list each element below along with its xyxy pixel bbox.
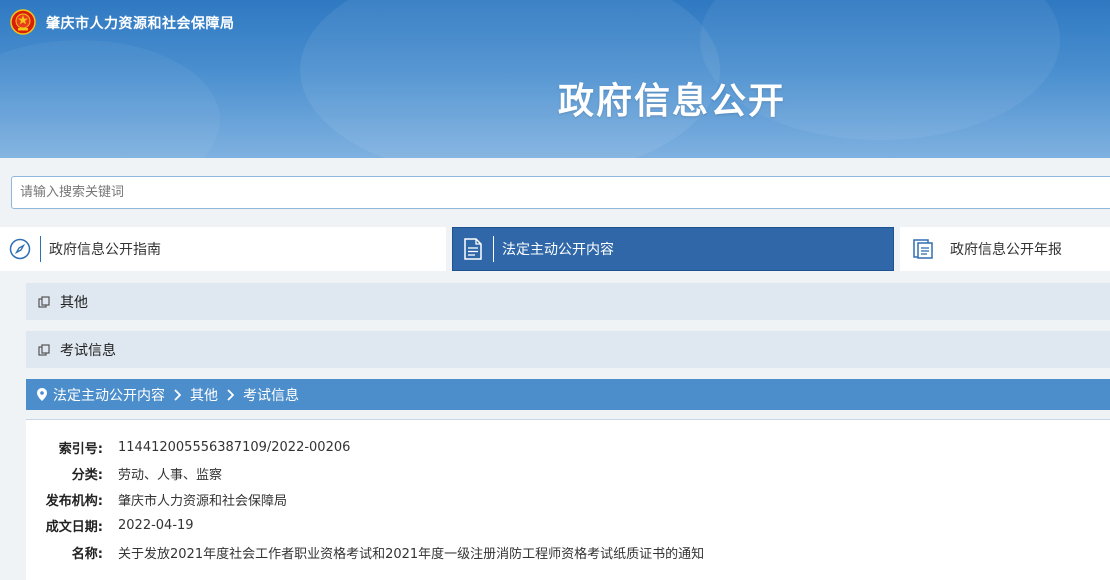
breadcrumb-item[interactable]: 法定主动公开内容 — [53, 385, 165, 405]
banner-decoration — [0, 40, 220, 158]
category-exam-info[interactable]: 考试信息 — [26, 331, 1110, 368]
info-row-publisher: 发布机构: 肇庆市人力资源和社会保障局 — [26, 488, 287, 510]
info-row-category: 分类: 劳动、人事、监察 — [26, 462, 222, 484]
compass-icon — [0, 238, 40, 260]
info-row-title: 名称: 关于发放2021年度社会工作者职业资格考试和2021年度一级注册消防工程… — [26, 541, 704, 563]
report-icon — [900, 238, 946, 260]
copy-icon — [38, 343, 50, 356]
info-key: 发布机构: — [45, 493, 103, 509]
tab-label: 政府信息公开年报 — [950, 242, 1062, 258]
national-emblem-icon — [10, 9, 36, 35]
tab-statutory-content[interactable]: 法定主动公开内容 — [452, 227, 894, 271]
info-value: 2022-04-19 — [118, 517, 194, 533]
info-key: 名称: — [71, 546, 103, 562]
breadcrumb-item[interactable]: 考试信息 — [243, 385, 299, 405]
info-value: 劳动、人事、监察 — [118, 467, 223, 483]
tab-label: 法定主动公开内容 — [502, 242, 614, 258]
breadcrumb-item[interactable]: 其他 — [190, 385, 218, 405]
org-name[interactable]: 肇庆市人力资源和社会保障局 — [46, 13, 235, 33]
category-label: 其他 — [60, 294, 88, 311]
info-value: 关于发放2021年度社会工作者职业资格考试和2021年度一级注册消防工程师资格考… — [118, 546, 705, 562]
info-key: 成文日期: — [45, 519, 103, 535]
info-key: 索引号: — [58, 441, 103, 457]
breadcrumb: 法定主动公开内容 其他 考试信息 — [26, 379, 1110, 410]
tab-label: 政府信息公开指南 — [49, 242, 161, 258]
tab-separator — [493, 236, 494, 262]
category-label: 考试信息 — [60, 342, 116, 359]
chevron-right-icon — [174, 388, 181, 401]
chevron-right-icon — [227, 388, 234, 401]
info-key: 分类: — [71, 467, 103, 483]
tab-separator — [40, 236, 41, 262]
document-icon — [453, 238, 493, 260]
tab-annual-report[interactable]: 政府信息公开年报 — [900, 227, 1110, 271]
copy-icon — [38, 295, 50, 308]
document-info-panel: 索引号: 114412005556387109/2022-00206 分类: 劳… — [26, 419, 1110, 580]
info-value: 肇庆市人力资源和社会保障局 — [118, 493, 288, 509]
category-other[interactable]: 其他 — [26, 283, 1110, 320]
page-title: 政府信息公开 — [558, 81, 787, 122]
info-row-index: 索引号: 114412005556387109/2022-00206 — [26, 436, 351, 458]
location-pin-icon — [37, 388, 47, 401]
header-banner: 肇庆市人力资源和社会保障局 政府信息公开 — [0, 0, 1110, 158]
search-input[interactable] — [11, 176, 1110, 209]
info-row-date: 成文日期: 2022-04-19 — [26, 514, 194, 536]
info-value: 114412005556387109/2022-00206 — [118, 439, 351, 455]
tab-disclosure-guide[interactable]: 政府信息公开指南 — [0, 227, 446, 271]
